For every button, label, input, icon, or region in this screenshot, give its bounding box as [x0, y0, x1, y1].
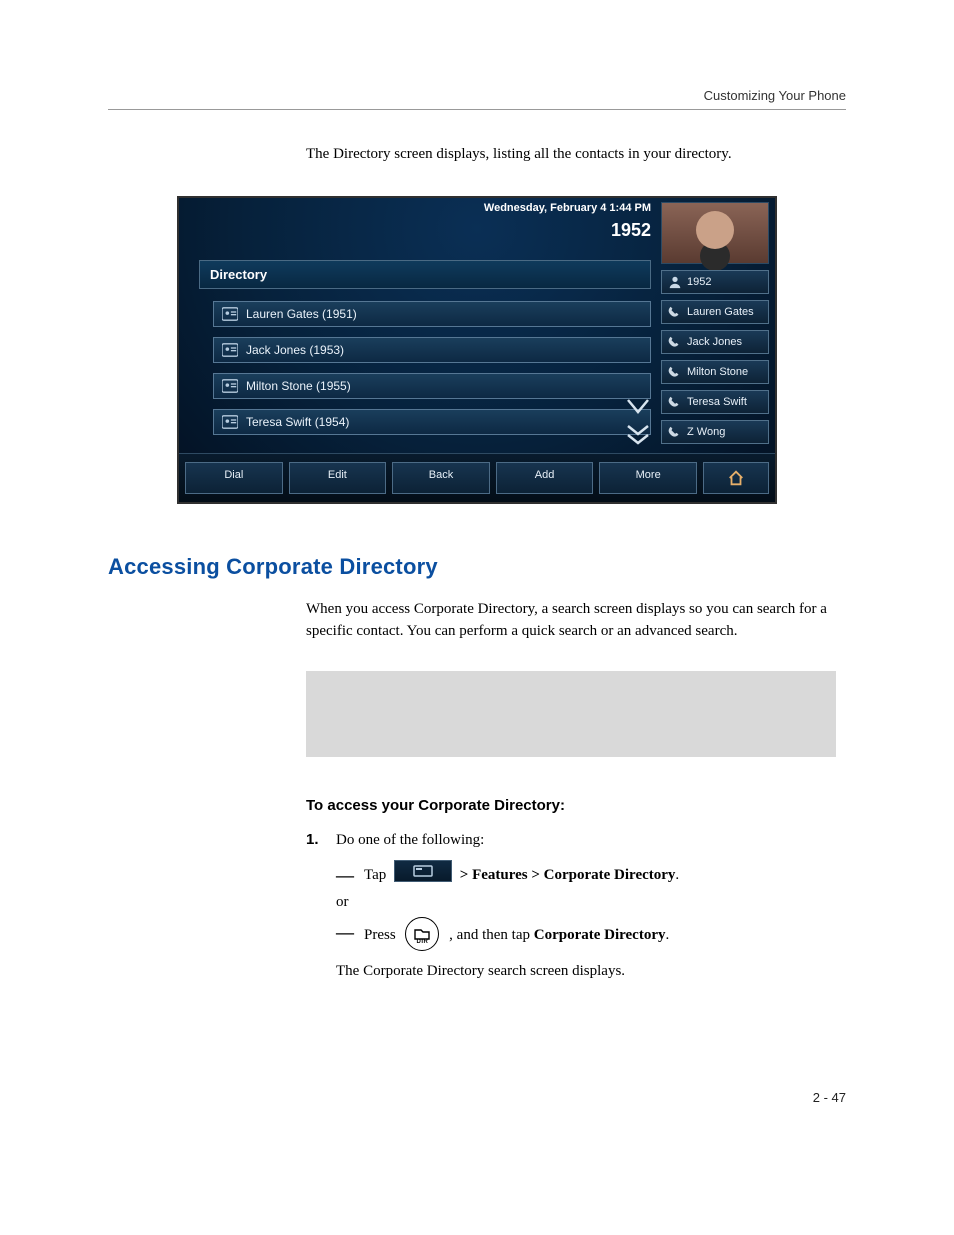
page-number: 2 - 47	[108, 1090, 846, 1105]
phone-arrow-icon	[668, 365, 682, 379]
step-1: 1. Do one of the following:	[306, 828, 836, 852]
home-icon	[727, 469, 745, 487]
phone-arrow-icon	[668, 335, 682, 349]
step-text: Do one of the following:	[336, 828, 484, 852]
directory-entry[interactable]: Lauren Gates (1951)	[213, 301, 651, 327]
section-heading: Accessing Corporate Directory	[108, 554, 846, 580]
note-placeholder	[306, 671, 836, 757]
contact-card-icon	[222, 343, 238, 357]
person-icon	[668, 275, 682, 289]
side-label: Lauren Gates	[687, 306, 754, 318]
side-label: Jack Jones	[687, 336, 742, 348]
softkey-add[interactable]: Add	[496, 462, 594, 494]
procedure-heading: To access your Corporate Directory:	[306, 797, 836, 814]
directory-entry-label: Teresa Swift (1954)	[246, 415, 349, 429]
directory-title: Directory	[199, 260, 651, 289]
directory-entry[interactable]: Teresa Swift (1954)	[213, 409, 651, 435]
phone-extension: 1952	[611, 220, 651, 241]
substep-tap: — Tap > Features > Corporate Directory.	[336, 860, 836, 891]
phone-arrow-icon	[668, 425, 682, 439]
directory-entry-label: Lauren Gates (1951)	[246, 307, 357, 321]
nav-path: > Features > Corporate Directory	[460, 867, 676, 883]
double-chevron-down-icon[interactable]	[625, 424, 651, 446]
directory-entry-label: Jack Jones (1953)	[246, 343, 344, 357]
dash-bullet: —	[336, 917, 354, 948]
phone-arrow-icon	[668, 395, 682, 409]
substep-text: , and then tap	[449, 927, 534, 943]
substep-text: Press	[364, 927, 396, 943]
directory-hardkey-icon: DIR	[405, 917, 439, 951]
or-separator: or	[336, 894, 836, 911]
directory-entry[interactable]: Milton Stone (1955)	[213, 373, 651, 399]
side-self-line[interactable]: 1952	[661, 270, 769, 294]
substep-text: Tap	[364, 867, 386, 883]
contact-card-icon	[222, 379, 238, 393]
side-contact[interactable]: Teresa Swift	[661, 390, 769, 414]
softkey-dial[interactable]: Dial	[185, 462, 283, 494]
side-label: Teresa Swift	[687, 396, 747, 408]
softkey-back[interactable]: Back	[392, 462, 490, 494]
side-label: 1952	[687, 276, 711, 288]
intro-paragraph: The Directory screen displays, listing a…	[306, 144, 836, 166]
softkey-edit[interactable]: Edit	[289, 462, 387, 494]
result-text: The Corporate Directory search screen di…	[336, 963, 836, 980]
substep-press: — Press DIR , and then tap Corporate Dir…	[336, 915, 836, 949]
contact-card-icon	[222, 307, 238, 321]
side-contact[interactable]: Z Wong	[661, 420, 769, 444]
running-header: Customizing Your Phone	[108, 88, 846, 110]
softkey-more[interactable]: More	[599, 462, 697, 494]
menu-softkey-icon	[394, 860, 452, 882]
section-paragraph: When you access Corporate Directory, a s…	[306, 598, 836, 643]
directory-entry[interactable]: Jack Jones (1953)	[213, 337, 651, 363]
chevron-down-icon[interactable]	[625, 396, 651, 418]
dash-bullet: —	[336, 860, 354, 891]
side-label: Z Wong	[687, 426, 725, 438]
side-label: Milton Stone	[687, 366, 748, 378]
phone-screenshot: Wednesday, February 4 1:44 PM 1952 1952 …	[177, 196, 777, 504]
scroll-arrows[interactable]	[625, 396, 651, 446]
softkey-bar: Dial Edit Back Add More	[179, 453, 775, 502]
phone-sidebar: 1952 Lauren Gates Jack Jones Milton Ston…	[661, 270, 769, 444]
dir-key-label: DIR	[417, 937, 429, 947]
avatar	[661, 202, 769, 264]
directory-entry-label: Milton Stone (1955)	[246, 379, 351, 393]
side-contact[interactable]: Lauren Gates	[661, 300, 769, 324]
directory-list: Lauren Gates (1951) Jack Jones (1953) Mi…	[213, 301, 651, 435]
phone-arrow-icon	[668, 305, 682, 319]
step-number: 1.	[306, 828, 324, 852]
home-button[interactable]	[703, 462, 769, 494]
side-contact[interactable]: Jack Jones	[661, 330, 769, 354]
side-contact[interactable]: Milton Stone	[661, 360, 769, 384]
contact-card-icon	[222, 415, 238, 429]
corporate-directory-label: Corporate Directory	[534, 927, 666, 943]
